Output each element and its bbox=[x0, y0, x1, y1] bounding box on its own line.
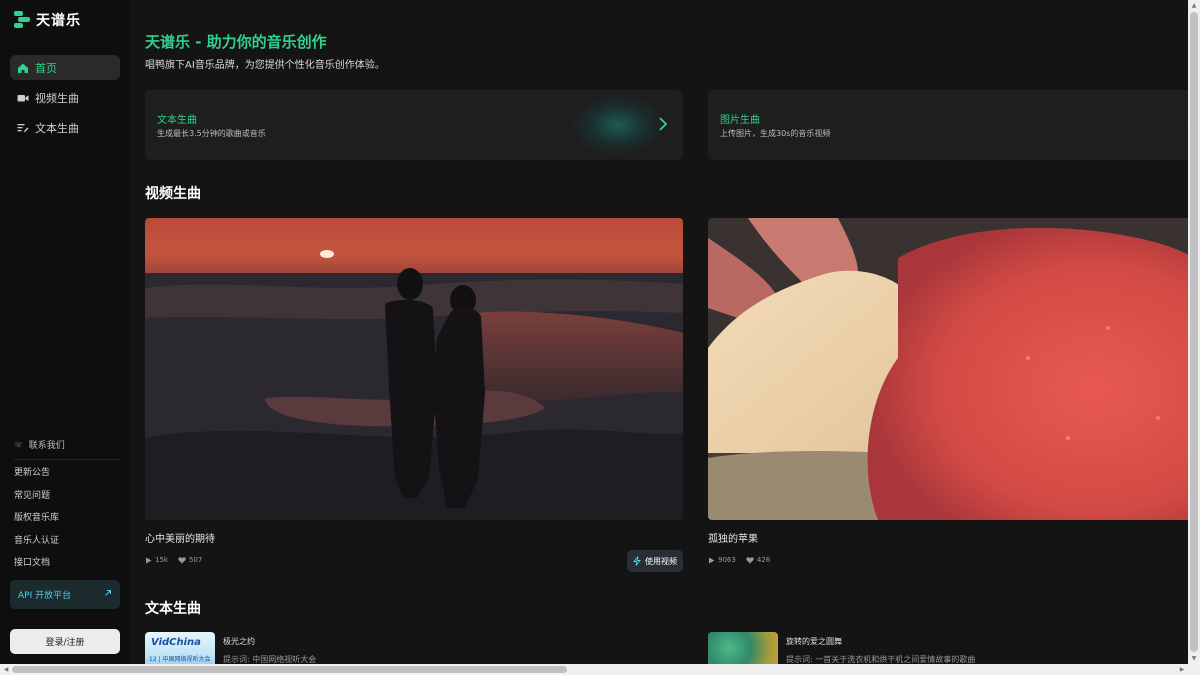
main-content: 天谱乐 - 助力你的音乐创作 唱鸭旗下AI音乐品牌，为您提供个性化音乐创作体验。… bbox=[130, 0, 1188, 664]
sidebar-item-label: 文本生曲 bbox=[35, 121, 79, 135]
text-song-item[interactable]: 旋转的爱之圆舞 提示词: 一首关于洗衣机和烘干机之间爱情故事的歌曲 bbox=[708, 632, 1188, 664]
api-platform-button[interactable]: API 开放平台 bbox=[10, 580, 120, 609]
play-count: 9063 bbox=[708, 556, 736, 564]
feature-title: 图片生曲 bbox=[720, 115, 760, 126]
like-count-value: 507 bbox=[188, 556, 203, 564]
video-title[interactable]: 孤独的苹果 bbox=[708, 530, 758, 545]
video-camera-icon bbox=[17, 92, 29, 104]
feature-title: 文本生曲 bbox=[157, 115, 197, 126]
song-thumbnail[interactable]: VidChina 12 | 中国网络视听大会 bbox=[145, 632, 215, 664]
heart-icon bbox=[746, 556, 754, 563]
sidebar-item-text-to-music[interactable]: 文本生曲 bbox=[10, 115, 120, 140]
contact-us[interactable]: ☏ 联系我们 bbox=[14, 438, 120, 460]
external-arrow-icon bbox=[104, 589, 112, 600]
sidebar-item-video-to-music[interactable]: 视频生曲 bbox=[10, 85, 120, 110]
feature-card-text-to-music[interactable]: 文本生曲 生成最长3.5分钟的歌曲或音乐 bbox=[145, 90, 683, 160]
feature-glow bbox=[573, 95, 663, 155]
lightning-icon bbox=[633, 556, 641, 566]
login-register-button[interactable]: 登录/注册 bbox=[10, 629, 120, 654]
chevron-right-icon bbox=[657, 116, 669, 132]
use-video-button[interactable]: 使用视频 bbox=[627, 550, 683, 572]
play-count-value: 15k bbox=[155, 556, 168, 564]
link-faq[interactable]: 常见问题 bbox=[14, 489, 59, 512]
play-count: 15k bbox=[145, 556, 168, 564]
song-prompt: 提示词: 一首关于洗衣机和烘干机之间爱情故事的歌曲 bbox=[786, 655, 976, 664]
sidebar: 天谱乐 首页 视频生曲 文本生曲 ☏ 联系我们 更新公告 常见问题 版权音乐库 bbox=[0, 0, 130, 675]
song-thumbnail[interactable] bbox=[708, 632, 778, 664]
thumb-brand-text: VidChina bbox=[151, 637, 201, 648]
logo-icon bbox=[14, 11, 30, 29]
section-title-text: 文本生曲 bbox=[145, 601, 201, 617]
heart-icon bbox=[178, 556, 186, 563]
sidebar-links: 更新公告 常见问题 版权音乐库 音乐人认证 接口文档 bbox=[14, 466, 59, 579]
video-card[interactable]: 心中美丽的期待 15k 507 使用视频 bbox=[145, 218, 683, 572]
feature-desc: 生成最长3.5分钟的歌曲或音乐 bbox=[157, 129, 266, 138]
sidebar-item-home[interactable]: 首页 bbox=[10, 55, 120, 80]
api-platform-label: API 开放平台 bbox=[18, 591, 72, 601]
play-icon bbox=[146, 557, 152, 563]
video-stats: 9063 426 bbox=[708, 556, 770, 564]
hero-subtitle: 唱鸭旗下AI音乐品牌，为您提供个性化音乐创作体验。 bbox=[145, 60, 385, 71]
video-stats: 15k 507 bbox=[145, 556, 202, 564]
video-card[interactable]: 孤独的苹果 9063 426 bbox=[708, 218, 1188, 564]
use-video-label: 使用视频 bbox=[645, 556, 677, 566]
feature-desc: 上传图片，生成30s的音乐视频 bbox=[720, 129, 831, 138]
text-edit-icon bbox=[17, 122, 29, 134]
vertical-scrollbar[interactable]: ▲ ▼ bbox=[1188, 0, 1200, 664]
hero-title: 天谱乐 - 助力你的音乐创作 bbox=[145, 33, 327, 51]
horizontal-scroll-thumb[interactable] bbox=[12, 666, 567, 673]
like-count: 507 bbox=[178, 556, 202, 564]
like-count-value: 426 bbox=[756, 556, 771, 564]
link-musician-verify[interactable]: 音乐人认证 bbox=[14, 534, 59, 557]
scroll-left-icon[interactable]: ◀ bbox=[0, 664, 12, 675]
logo-text: 天谱乐 bbox=[36, 13, 81, 29]
like-count: 426 bbox=[746, 556, 770, 564]
home-icon bbox=[17, 62, 29, 74]
scroll-right-icon[interactable]: ▶ bbox=[1176, 664, 1188, 675]
vertical-scroll-thumb[interactable] bbox=[1190, 12, 1198, 652]
feature-card-image-to-music[interactable]: 图片生曲 上传图片，生成30s的音乐视频 bbox=[708, 90, 1188, 160]
horizontal-scrollbar[interactable]: ◀ ▶ bbox=[0, 664, 1200, 675]
thumb-sub-text: 12 | 中国网络视听大会 bbox=[149, 656, 211, 663]
logo[interactable]: 天谱乐 bbox=[14, 10, 81, 30]
song-name: 旋转的爱之圆舞 bbox=[786, 637, 842, 646]
link-api-docs[interactable]: 接口文档 bbox=[14, 556, 59, 579]
sidebar-item-label: 首页 bbox=[35, 61, 57, 75]
contact-icon: ☏ bbox=[14, 440, 23, 449]
play-count-value: 9063 bbox=[718, 556, 736, 564]
video-thumbnail-sunset-couple[interactable] bbox=[145, 218, 683, 520]
link-updates[interactable]: 更新公告 bbox=[14, 466, 59, 489]
sidebar-nav: 首页 视频生曲 文本生曲 bbox=[10, 55, 120, 145]
text-song-item[interactable]: VidChina 12 | 中国网络视听大会 极光之约 提示词: 中国网络视听大… bbox=[145, 632, 625, 664]
scroll-up-icon[interactable]: ▲ bbox=[1188, 0, 1200, 11]
song-prompt: 提示词: 中国网络视听大会 bbox=[223, 655, 317, 664]
contact-label: 联系我们 bbox=[28, 441, 65, 451]
section-title-video: 视频生曲 bbox=[145, 186, 201, 202]
video-thumbnail-apple[interactable] bbox=[708, 218, 1188, 520]
sidebar-item-label: 视频生曲 bbox=[35, 91, 79, 105]
play-icon bbox=[709, 557, 715, 563]
scroll-down-icon[interactable]: ▼ bbox=[1188, 653, 1200, 664]
link-music-library[interactable]: 版权音乐库 bbox=[14, 511, 59, 534]
song-name: 极光之约 bbox=[223, 637, 255, 646]
video-title[interactable]: 心中美丽的期待 bbox=[145, 530, 215, 545]
